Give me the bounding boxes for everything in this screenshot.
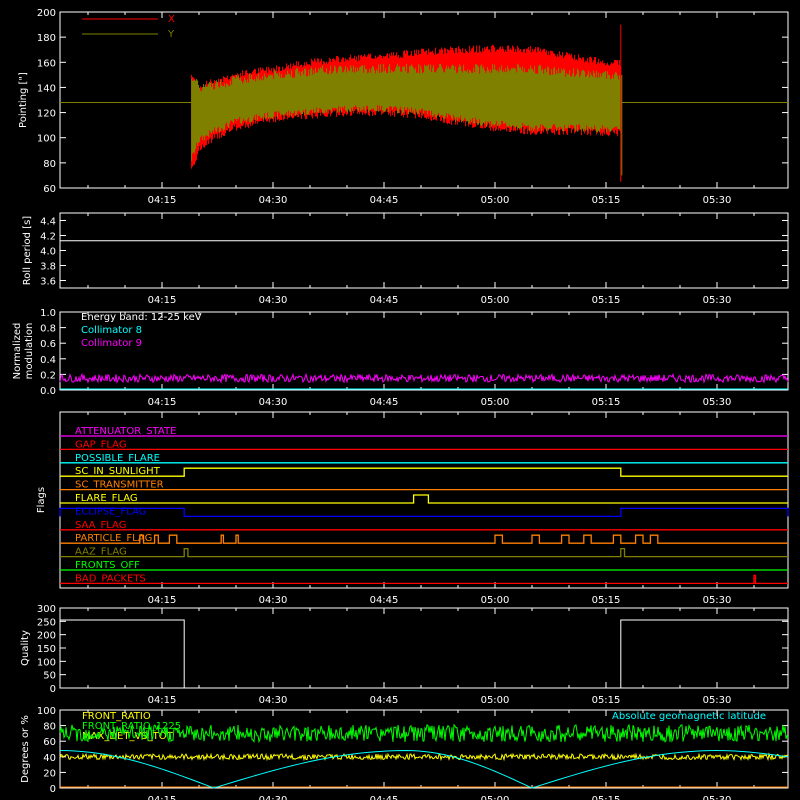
y-tick-label: 120 bbox=[37, 109, 56, 120]
geomag-latitude-label: Absolute geomagnetic latitude bbox=[612, 711, 766, 722]
x-tick-label: 04:15 bbox=[148, 795, 177, 800]
x-tick-label: 05:30 bbox=[703, 195, 732, 206]
y-tick-label: 3.6 bbox=[40, 277, 56, 288]
plot-figure: X Y Energy band: 12-25 keV Collimator 8 … bbox=[0, 0, 800, 800]
x-tick-label: 04:30 bbox=[259, 695, 288, 706]
y-tick-label: 200 bbox=[37, 8, 56, 19]
energy-band-label: Energy band: 12-25 keV bbox=[81, 312, 202, 323]
y-tick-label: 160 bbox=[37, 58, 56, 69]
x-tick-label: 04:15 bbox=[148, 195, 177, 206]
legend-y-label: Y bbox=[167, 29, 175, 40]
y-tick-label: 140 bbox=[37, 83, 56, 94]
ylabel-pointing: Pointing ["] bbox=[18, 72, 29, 128]
y-tick-label: 0.6 bbox=[40, 339, 56, 350]
ylabel-quality: Quality bbox=[20, 630, 31, 666]
x-tick-label: 04:15 bbox=[148, 397, 177, 408]
x-tick-label: 05:30 bbox=[703, 295, 732, 306]
x-tick-label: 04:45 bbox=[370, 695, 399, 706]
ylabel-flags: Flags bbox=[36, 487, 47, 513]
ylabel-degrees: Degrees or % bbox=[20, 715, 31, 783]
y-tick-label: 80 bbox=[43, 159, 56, 170]
y-tick-label: 20 bbox=[43, 768, 56, 779]
y-tick-label: 3.8 bbox=[40, 262, 56, 273]
x-tick-label: 05:15 bbox=[592, 195, 621, 206]
y-tick-label: 100 bbox=[37, 657, 56, 668]
y-tick-label: 300 bbox=[37, 604, 56, 615]
x-tick-label: 04:45 bbox=[370, 195, 399, 206]
x-tick-label: 04:15 bbox=[148, 595, 177, 606]
collimator-9-label: Collimator 9 bbox=[81, 338, 142, 349]
x-tick-label: 04:15 bbox=[148, 295, 177, 306]
y-tick-label: 80 bbox=[43, 722, 56, 733]
y-tick-label: 60 bbox=[43, 737, 56, 748]
x-tick-label: 05:15 bbox=[592, 795, 621, 800]
y-tick-label: 0 bbox=[50, 684, 56, 695]
y-tick-label: 0.0 bbox=[40, 386, 56, 397]
y-tick-label: 0.2 bbox=[40, 370, 56, 381]
x-tick-label: 04:15 bbox=[148, 695, 177, 706]
x-tick-label: 04:45 bbox=[370, 397, 399, 408]
x-tick-label: 05:00 bbox=[481, 695, 510, 706]
y-tick-label: 150 bbox=[37, 644, 56, 655]
y-tick-label: 100 bbox=[37, 134, 56, 145]
legend-x-label: X bbox=[168, 14, 175, 25]
x-tick-label: 05:00 bbox=[481, 195, 510, 206]
y-tick-label: 0.8 bbox=[40, 324, 56, 335]
x-tick-label: 04:45 bbox=[370, 295, 399, 306]
x-tick-label: 05:30 bbox=[703, 595, 732, 606]
x-tick-label: 04:30 bbox=[259, 195, 288, 206]
y-tick-label: 4.0 bbox=[40, 247, 56, 258]
x-tick-label: 05:00 bbox=[481, 595, 510, 606]
x-tick-label: 05:15 bbox=[592, 397, 621, 408]
x-tick-label: 04:30 bbox=[259, 295, 288, 306]
y-tick-label: 200 bbox=[37, 631, 56, 642]
y-tick-label: 0.4 bbox=[40, 355, 56, 366]
x-tick-label: 05:00 bbox=[481, 795, 510, 800]
x-tick-label: 04:30 bbox=[259, 795, 288, 800]
x-tick-label: 05:15 bbox=[592, 295, 621, 306]
x-tick-label: 05:15 bbox=[592, 695, 621, 706]
y-tick-label: 1.0 bbox=[40, 308, 56, 319]
x-tick-label: 05:30 bbox=[703, 795, 732, 800]
ylabel-modulation: Normalized bbox=[12, 323, 23, 380]
x-tick-label: 04:45 bbox=[370, 595, 399, 606]
y-tick-label: 60 bbox=[43, 184, 56, 195]
y-tick-label: 40 bbox=[43, 753, 56, 764]
y-tick-label: 0 bbox=[50, 784, 56, 795]
y-tick-label: 4.2 bbox=[40, 232, 56, 243]
y-tick-label: 100 bbox=[37, 706, 56, 717]
x-tick-label: 05:30 bbox=[703, 695, 732, 706]
y-tick-label: 180 bbox=[37, 33, 56, 44]
y-tick-label: 250 bbox=[37, 617, 56, 628]
y-tick-label: 50 bbox=[43, 671, 56, 682]
ylabel-modulation: modulation bbox=[24, 323, 35, 380]
x-tick-label: 04:30 bbox=[259, 595, 288, 606]
x-tick-label: 05:30 bbox=[703, 397, 732, 408]
x-tick-label: 05:00 bbox=[481, 295, 510, 306]
collimator-8-label: Collimator 8 bbox=[81, 325, 142, 336]
ylabel-roll: Roll period [s] bbox=[22, 216, 33, 285]
x-tick-label: 05:15 bbox=[592, 595, 621, 606]
x-tick-label: 05:00 bbox=[481, 397, 510, 408]
y-tick-label: 4.4 bbox=[40, 217, 56, 228]
x-tick-label: 04:30 bbox=[259, 397, 288, 408]
x-tick-label: 04:45 bbox=[370, 795, 399, 800]
